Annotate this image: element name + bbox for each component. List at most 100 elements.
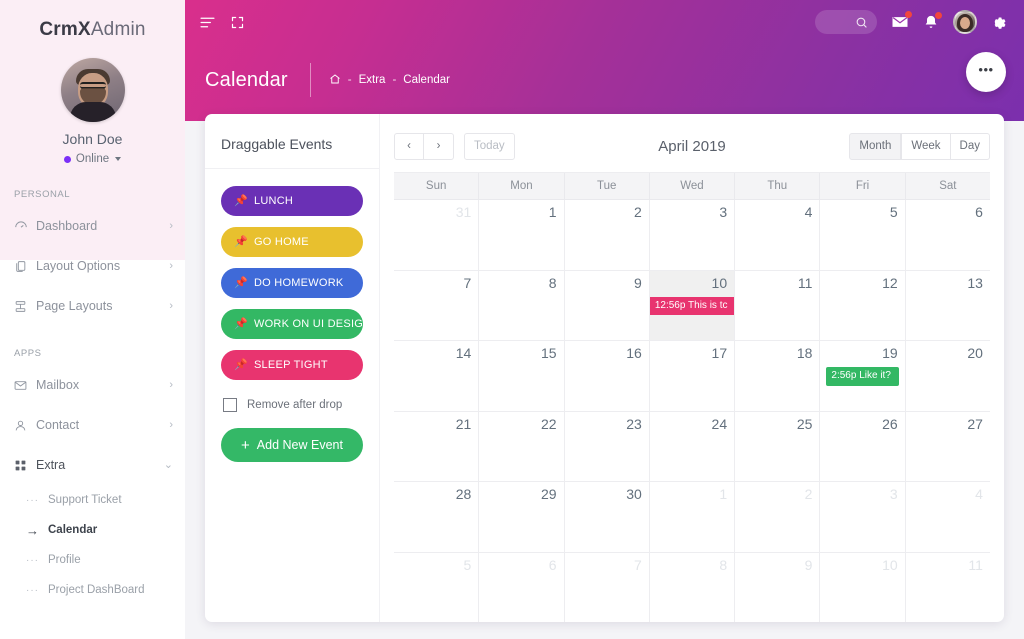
fullscreen-icon[interactable] [230, 15, 245, 30]
calendar-day-cell[interactable]: 15 [479, 341, 565, 411]
calendar-day-cell[interactable]: 23 [565, 411, 650, 481]
calendar-day-cell[interactable]: 18 [735, 341, 821, 411]
calendar-day-cell[interactable]: 4 [906, 482, 990, 552]
calendar-day-cell[interactable]: 25 [735, 411, 821, 481]
calendar-day-cell[interactable]: 6 [479, 552, 565, 622]
sidebar-item-extra[interactable]: Extra ⌄ [0, 445, 185, 485]
calendar-next-button[interactable]: › [424, 132, 454, 160]
sidebar-item-support-ticket[interactable]: ··· Support Ticket [0, 485, 185, 515]
draggable-events-list: 📌 LUNCH 📌 GO HOME 📌 DO HOMEWORK 📌 WORK O… [221, 169, 363, 380]
calendar-day-cell[interactable]: 6 [906, 200, 990, 270]
calendar-day-cell[interactable]: 12 [820, 270, 906, 340]
calendar-day-cell[interactable]: 1 [650, 482, 736, 552]
calendar-day-cell[interactable]: 16 [565, 341, 650, 411]
app-root: CrmXAdmin John Doe Online PERSONAL Dashb… [0, 0, 1024, 639]
calendar-day-cell[interactable]: 9 [565, 270, 650, 340]
draggable-event-do-homework[interactable]: 📌 DO HOMEWORK [221, 268, 363, 298]
sidebar-item-mailbox[interactable]: Mailbox › [0, 365, 185, 405]
calendar-day-cell[interactable]: 22 [479, 411, 565, 481]
calendar-day-cell[interactable]: 7 [394, 270, 480, 340]
sidebar-item-page-layouts[interactable]: Page Layouts › [0, 286, 185, 326]
calendar-day-cell[interactable]: 29 [479, 482, 565, 552]
calendar-day-cell[interactable]: 8 [650, 552, 736, 622]
draggable-event-label: WORK ON UI DESIGN [253, 318, 363, 330]
more-options-button[interactable]: ••• [966, 52, 1006, 92]
calendar-today-button[interactable]: Today [464, 132, 515, 160]
sidebar-item-layout-options[interactable]: Layout Options › [0, 246, 185, 286]
calendar-day-number: 22 [540, 415, 557, 432]
calendar-day-number: 6 [548, 556, 557, 573]
breadcrumb-separator: - [392, 74, 397, 86]
calendar-day-cell[interactable]: 20 [906, 341, 990, 411]
calendar-day-number: 31 [455, 204, 472, 220]
calendar-day-cell[interactable]: 11 [735, 270, 821, 340]
avatar[interactable] [60, 58, 125, 122]
calendar-day-cell[interactable]: 19 2:56p Like it? [820, 341, 906, 411]
sidebar-item-label: Project DashBoard [48, 584, 145, 596]
calendar-week-row: 21 22 23 24 25 26 27 [394, 411, 990, 482]
calendar-day-cell[interactable]: 2 [565, 200, 650, 270]
calendar-day-cell[interactable]: 28 [394, 482, 480, 552]
calendar-day-cell[interactable]: 8 [479, 270, 565, 340]
calendar-day-cell[interactable]: 26 [820, 411, 906, 481]
status-badge[interactable]: Online [0, 153, 185, 165]
draggable-event-go-home[interactable]: 📌 GO HOME [221, 227, 363, 257]
sidebar-item-contact[interactable]: Contact › [0, 405, 185, 445]
calendar-day-number: 12 [882, 274, 898, 291]
search-input[interactable] [815, 10, 877, 34]
remove-after-drop-checkbox[interactable] [223, 398, 237, 412]
calendar-day-cell[interactable]: 7 [565, 552, 650, 622]
breadcrumb-item-extra[interactable]: Extra [359, 74, 386, 86]
breadcrumb-item-calendar[interactable]: Calendar [403, 74, 450, 86]
calendar-day-cell[interactable]: 1 [479, 200, 565, 270]
calendar-day-cell[interactable]: 4 [735, 200, 821, 270]
calendar-day-cell[interactable]: 3 [650, 200, 736, 270]
messages-button[interactable] [891, 11, 912, 31]
calendar-day-number: 20 [967, 345, 983, 361]
sidebar-item-profile[interactable]: ··· Profile [0, 545, 185, 575]
notifications-badge [935, 11, 942, 19]
calendar-day-cell[interactable]: 5 [394, 552, 480, 622]
calendar-day-cell[interactable]: 5 [820, 200, 906, 270]
user-avatar[interactable] [953, 10, 977, 34]
calendar-day-number: 24 [711, 415, 728, 432]
calendar-prev-button[interactable]: ‹ [394, 132, 424, 160]
home-icon[interactable] [329, 73, 341, 88]
sidebar-item-dashboard[interactable]: Dashboard › [0, 206, 185, 246]
calendar-day-cell[interactable]: 24 [650, 411, 736, 481]
calendar-day-cell[interactable]: 31 [394, 200, 480, 270]
calendar-day-cell[interactable]: 21 [394, 411, 480, 481]
calendar-day-cell[interactable]: 10 12:56p This is tc [649, 270, 736, 340]
calendar-event[interactable]: 2:56p Like it? [826, 367, 899, 386]
messages-badge [905, 11, 912, 18]
calendar-day-cell[interactable]: 11 [906, 553, 990, 623]
brand-logo[interactable]: CrmXAdmin [0, 0, 185, 41]
calendar-event-title: This is tc [685, 299, 728, 311]
sidebar-item-project-dashboard[interactable]: ··· Project DashBoard [0, 575, 185, 605]
gear-icon[interactable] [991, 14, 1008, 31]
hamburger-icon[interactable] [199, 14, 216, 31]
calendar-day-cell[interactable]: 30 [565, 482, 650, 552]
nav-section-personal: PERSONAL [14, 189, 71, 200]
calendar-view-day[interactable]: Day [950, 132, 990, 160]
calendar-day-number: 7 [463, 274, 472, 291]
calendar-day-cell[interactable]: 27 [906, 412, 990, 482]
draggable-event-lunch[interactable]: 📌 LUNCH [221, 186, 363, 216]
calendar-day-cell[interactable]: 3 [820, 482, 906, 552]
calendar-day-cell[interactable]: 17 [650, 341, 736, 411]
pin-icon: 📌 [234, 358, 248, 371]
calendar-day-cell[interactable]: 10 [820, 552, 906, 622]
add-new-event-button[interactable]: + Add New Event [221, 428, 363, 462]
draggable-event-work-on-ui-design[interactable]: 📌 WORK ON UI DESIGN [221, 309, 363, 339]
calendar-day-cell[interactable]: 14 [394, 341, 480, 411]
draggable-event-sleep-tight[interactable]: 📌 SLEEP TIGHT [221, 350, 363, 380]
calendar-view-week[interactable]: Week [901, 132, 951, 160]
sidebar-item-calendar[interactable]: → Calendar [0, 515, 185, 545]
calendar-view-month[interactable]: Month [849, 132, 902, 160]
notifications-button[interactable] [923, 11, 942, 31]
calendar-day-cell[interactable]: 2 [735, 482, 821, 552]
calendar-day-cell[interactable]: 9 [735, 552, 821, 622]
calendar-day-cell[interactable]: 13 [906, 271, 990, 341]
calendar-event[interactable]: 12:56p This is tc [649, 296, 735, 315]
page-title: Calendar [205, 68, 288, 91]
